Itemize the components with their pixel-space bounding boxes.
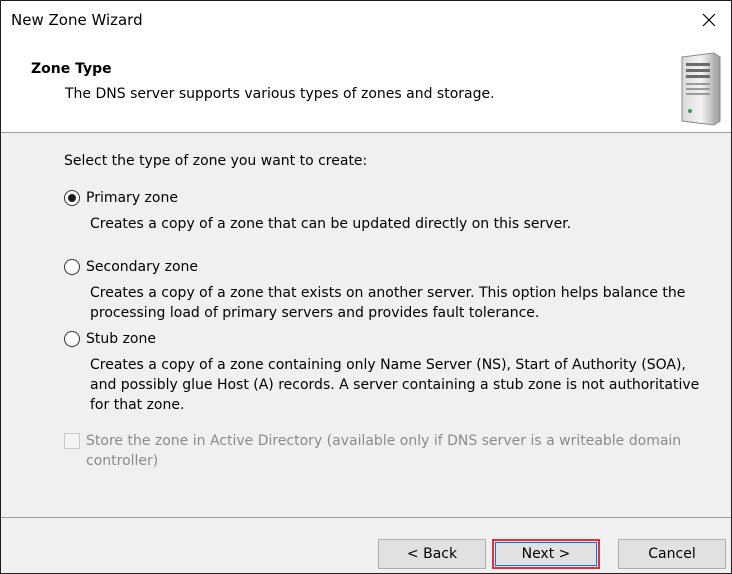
primary-zone-label: Primary zone [86, 190, 178, 206]
store-in-ad-label: Store the zone in Active Directory (avai… [86, 433, 682, 469]
zone-type-prompt: Select the type of zone you want to crea… [64, 153, 368, 169]
store-in-ad-checkbox [64, 433, 80, 449]
title-bar: New Zone Wizard [1, 1, 731, 41]
cancel-button[interactable]: Cancel [618, 539, 726, 569]
close-button[interactable] [687, 1, 731, 41]
wizard-footer: < Back Next > Cancel [1, 517, 731, 573]
secondary-zone-label: Secondary zone [86, 259, 198, 275]
new-zone-wizard-window: New Zone Wizard Zone Type The DNS server… [0, 0, 732, 574]
next-button-label: Next > [495, 542, 597, 566]
secondary-zone-option[interactable]: Secondary zone [64, 259, 198, 275]
secondary-zone-description: Creates a copy of a zone that exists on … [90, 285, 686, 321]
primary-zone-option[interactable]: Primary zone [64, 190, 178, 206]
page-title: Zone Type [31, 61, 112, 77]
store-in-ad-option: Store the zone in Active Directory (avai… [64, 431, 706, 471]
stub-zone-radio[interactable] [64, 331, 80, 347]
primary-zone-description: Creates a copy of a zone that can be upd… [90, 216, 572, 232]
page-subtitle: The DNS server supports various types of… [65, 86, 495, 102]
back-button[interactable]: < Back [378, 539, 486, 569]
next-button[interactable]: Next > [492, 539, 600, 569]
wizard-content: Select the type of zone you want to crea… [1, 133, 731, 518]
close-icon [702, 13, 716, 27]
stub-zone-description: Creates a copy of a zone containing only… [90, 357, 700, 413]
primary-zone-radio[interactable] [64, 190, 80, 206]
server-tower-icon [681, 52, 721, 126]
secondary-zone-radio[interactable] [64, 259, 80, 275]
stub-zone-label: Stub zone [86, 331, 156, 347]
stub-zone-option[interactable]: Stub zone [64, 331, 156, 347]
window-title: New Zone Wizard [11, 11, 143, 29]
wizard-header: Zone Type The DNS server supports variou… [1, 41, 731, 133]
